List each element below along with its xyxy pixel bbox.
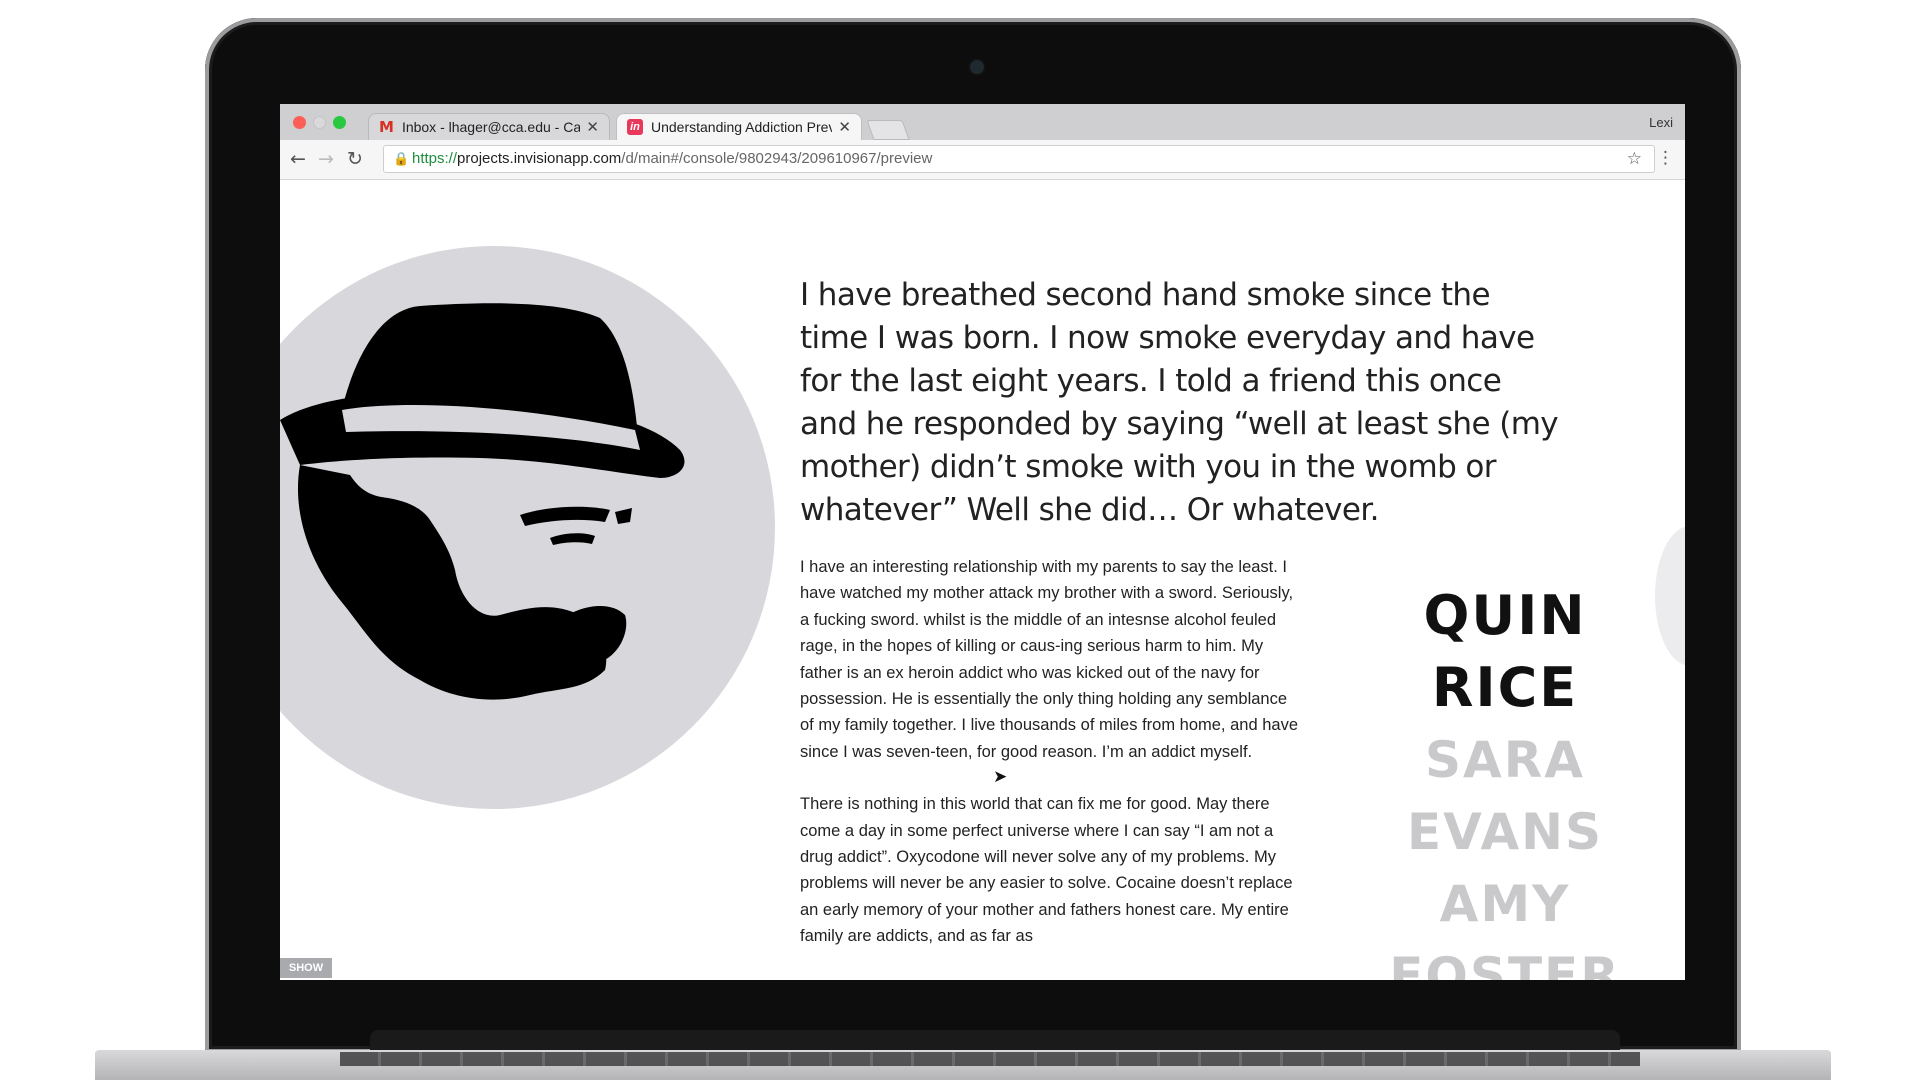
minimize-window-button[interactable] <box>313 116 326 129</box>
close-window-button[interactable] <box>293 116 306 129</box>
name-selector: QUIN RICE SARA EVANS AMY FOSTER <box>1340 580 1670 980</box>
browser-toolbar: ← → ↻ 🔒 https://projects.invisionapp.com… <box>280 140 1685 180</box>
tab-inbox[interactable]: M Inbox - lhager@cca.edu - Cali ✕ <box>368 113 610 140</box>
menu-dots-icon[interactable]: ⋮ <box>1657 148 1674 168</box>
new-tab-button[interactable] <box>866 120 910 140</box>
tab-strip: M Inbox - lhager@cca.edu - Cali ✕ in Und… <box>280 104 1685 140</box>
bookmark-star-icon[interactable]: ☆ <box>1627 146 1642 172</box>
story-paragraph: There is nothing in this world that can … <box>800 795 1293 946</box>
tab-title: Understanding Addiction Prev <box>651 119 833 135</box>
address-bar[interactable]: 🔒 https://projects.invisionapp.com/d/mai… <box>383 145 1655 173</box>
profile-name[interactable]: Lexi <box>1649 115 1673 130</box>
pull-quote: I have breathed second hand smoke since … <box>800 277 1559 528</box>
story-paragraph: I have an interesting relationship with … <box>800 558 1298 761</box>
back-arrow-icon[interactable]: ← <box>290 148 306 170</box>
url-path: /d/main#/console/9802943/209610967/previ… <box>621 150 933 167</box>
url-scheme: https:// <box>412 150 458 167</box>
url-domain: projects.invisionapp.com <box>457 150 622 167</box>
webcam-icon <box>970 60 984 74</box>
show-button[interactable]: SHOW <box>280 958 332 978</box>
story-body: I have an interesting relationship with … <box>800 554 1305 976</box>
tab-close-icon[interactable]: ✕ <box>586 118 599 136</box>
name-amy-foster[interactable]: AMY FOSTER <box>1340 868 1670 980</box>
invision-icon: in <box>627 119 643 135</box>
lock-icon: 🔒 <box>393 151 410 166</box>
keyboard <box>340 1052 1640 1066</box>
maximize-window-button[interactable] <box>333 116 346 129</box>
reload-icon[interactable]: ↻ <box>347 148 363 170</box>
mouse-cursor-icon: ➤ <box>993 767 1008 787</box>
prototype-page: I have breathed second hand smoke since … <box>280 180 1685 980</box>
tab-title: Inbox - lhager@cca.edu - Cali <box>401 119 581 135</box>
portrait-illustration <box>280 303 685 700</box>
laptop-hinge <box>370 1030 1620 1052</box>
browser-window: M Inbox - lhager@cca.edu - Cali ✕ in Und… <box>280 104 1685 980</box>
tab-understanding-addiction[interactable]: in Understanding Addiction Prev ✕ <box>616 113 862 140</box>
name-quin-rice[interactable]: QUIN RICE <box>1340 580 1670 724</box>
name-sara-evans[interactable]: SARA EVANS <box>1340 724 1670 868</box>
forward-arrow-icon[interactable]: → <box>318 148 334 170</box>
gmail-icon: M <box>379 118 394 136</box>
tab-close-icon[interactable]: ✕ <box>838 118 851 136</box>
